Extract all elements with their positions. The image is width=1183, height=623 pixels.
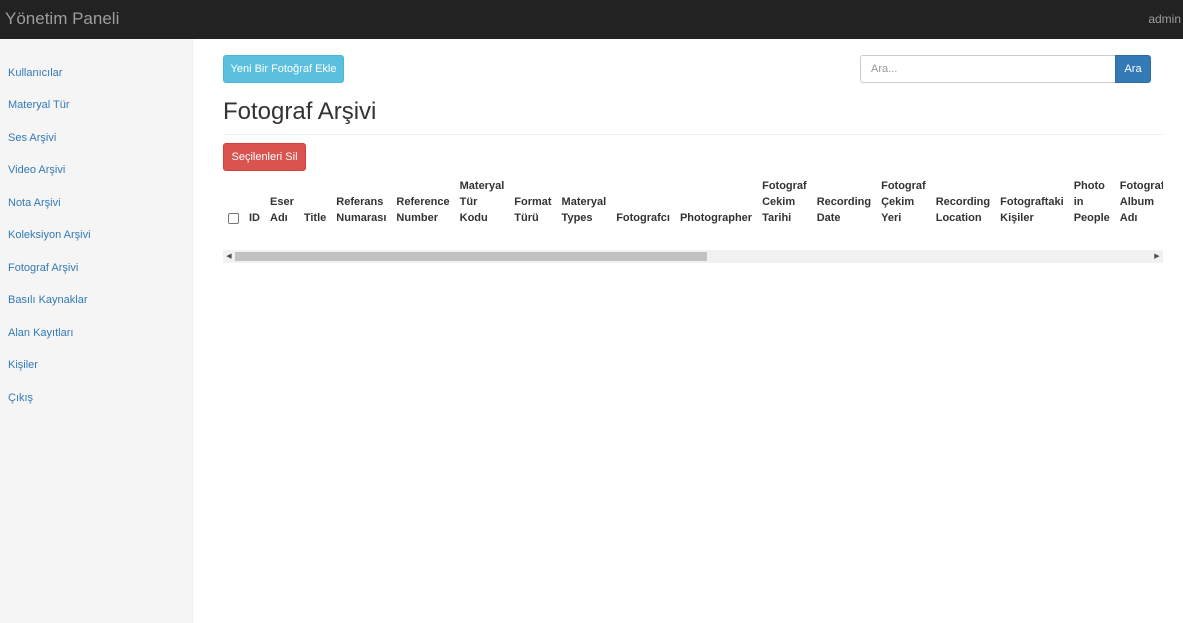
col-header-format-turu[interactable]: Format Türü xyxy=(509,174,557,234)
main-content: Yeni Bir Fotoğraf Ekle Ara Fotograf Arşi… xyxy=(223,39,1163,623)
title-divider xyxy=(223,134,1163,135)
sidebar-item-users[interactable]: Kullanıcılar xyxy=(8,67,62,79)
table-header-row: ID Eser Adı Title Referans Numarası Refere… xyxy=(223,174,1163,234)
top-navbar: Yönetim Paneli admin xyxy=(0,0,1183,39)
col-header-materyal-tur-kodu[interactable]: Materyal Tür Kodu xyxy=(454,174,510,234)
col-header-fotograf-cekim-tarihi[interactable]: Fotograf Cekim Tarihi xyxy=(757,174,812,234)
sidebar-item-video-archive[interactable]: Video Arşivi xyxy=(8,164,65,176)
sidebar: Kullanıcılar Materyal Tür Ses Arşivi Vid… xyxy=(0,39,193,623)
search-input[interactable] xyxy=(860,55,1116,83)
sidebar-item-logout[interactable]: Çıkış xyxy=(8,392,33,404)
select-all-cell xyxy=(223,174,244,234)
col-header-referans-numarasi[interactable]: Referans Numarası xyxy=(331,174,392,234)
triangle-right-icon[interactable]: ▶ xyxy=(1153,252,1161,261)
sidebar-item-audio-archive[interactable]: Ses Arşivi xyxy=(8,132,56,144)
col-header-reference-number[interactable]: Reference Number xyxy=(391,174,455,234)
col-header-materyal-types[interactable]: Materyal Types xyxy=(556,174,612,234)
sidebar-item-printed-sources[interactable]: Basılı Kaynaklar xyxy=(8,294,87,306)
horizontal-scrollbar[interactable]: ◀ ▶ xyxy=(223,250,1163,263)
select-all-checkbox[interactable] xyxy=(228,212,239,224)
col-header-fotograf-cekim-yeri[interactable]: Fotograf Çekim Yeri xyxy=(876,174,931,234)
add-photo-button[interactable]: Yeni Bir Fotoğraf Ekle xyxy=(223,55,344,83)
page-title: Fotograf Arşivi xyxy=(223,98,377,125)
sidebar-item-collection-archive[interactable]: Koleksiyon Arşivi xyxy=(8,229,91,241)
sidebar-item-field-records[interactable]: Alan Kayıtları xyxy=(8,327,73,339)
col-header-photo-in-people[interactable]: Photo in People xyxy=(1068,174,1115,234)
brand-link[interactable]: Yönetim Paneli xyxy=(5,9,119,29)
col-header-recording-date[interactable]: Recording Date xyxy=(811,174,877,234)
col-header-title[interactable]: Title xyxy=(298,174,332,234)
col-header-eser-adi[interactable]: Eser Adı xyxy=(265,174,299,234)
sidebar-item-notation-archive[interactable]: Nota Arşivi xyxy=(8,197,61,209)
col-header-fotografci[interactable]: Fotografcı xyxy=(611,174,675,234)
scroll-thumb[interactable] xyxy=(235,252,707,261)
triangle-left-icon[interactable]: ◀ xyxy=(225,252,233,261)
col-header-fotograftaki-kisiler[interactable]: Fotograftaki Kişiler xyxy=(995,174,1069,234)
col-header-photographer[interactable]: Photographer xyxy=(674,174,758,234)
col-header-id[interactable]: ID xyxy=(244,174,265,234)
col-header-recording-location[interactable]: Recording Location xyxy=(930,174,996,234)
sidebar-item-material-type[interactable]: Materyal Tür xyxy=(8,99,70,111)
sidebar-item-photo-archive[interactable]: Fotograf Arşivi xyxy=(8,262,78,274)
user-menu[interactable]: admin xyxy=(1148,12,1181,26)
col-header-fotograf-album-adi[interactable]: Fotograf Album Adı xyxy=(1114,174,1163,234)
photo-archive-table: ID Eser Adı Title Referans Numarası Refere… xyxy=(223,174,1163,234)
delete-selected-button[interactable]: Seçilenleri Sil xyxy=(223,143,306,171)
table-container: ID Eser Adı Title Referans Numarası Refere… xyxy=(223,174,1163,234)
search-button[interactable]: Ara xyxy=(1115,55,1151,83)
sidebar-item-people[interactable]: Kişiler xyxy=(8,359,38,371)
